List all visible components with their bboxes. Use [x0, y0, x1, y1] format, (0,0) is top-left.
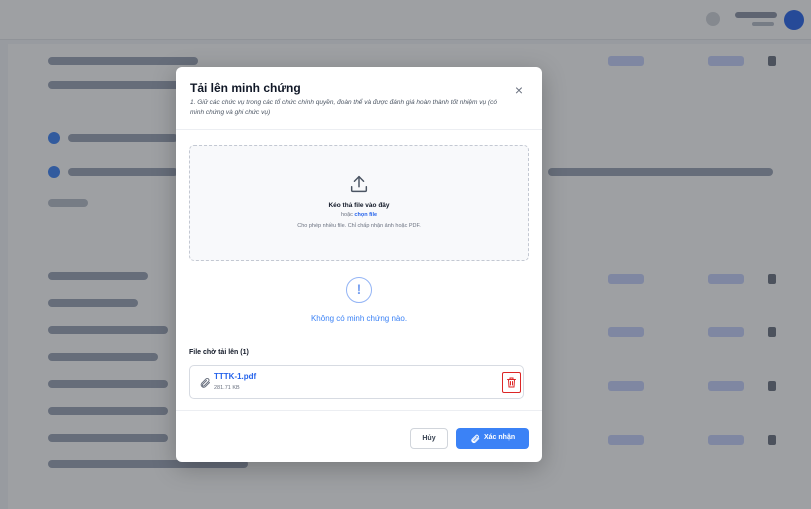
choose-file-link[interactable]: chọn file — [354, 212, 377, 218]
dropzone-or-text: hoặc — [340, 212, 353, 218]
modal-header: Tải lên minh chứng 1. Giữ các chức vụ tr… — [176, 67, 542, 130]
dropzone-hint: Cho phép nhiều file. Chỉ chấp nhận ảnh h… — [297, 223, 421, 229]
pending-files-label: File chờ tải lên (1) — [189, 349, 249, 356]
footer-divider — [176, 410, 542, 411]
confirm-button[interactable]: Xác nhận — [456, 428, 529, 449]
cancel-button[interactable]: Hủy — [410, 428, 448, 449]
modal-title: Tải lên minh chứng — [190, 81, 301, 95]
paperclip-icon — [200, 378, 210, 388]
dropzone-title: Kéo thả file vào đây — [328, 202, 390, 209]
info-circle-icon: ! — [346, 277, 372, 303]
modal-subtitle: 1. Giữ các chức vụ trong các tổ chức chí… — [190, 99, 497, 116]
confirm-button-label: Xác nhận — [484, 434, 516, 441]
file-size: 281.71 KB — [214, 385, 240, 391]
upload-evidence-modal: Tải lên minh chứng 1. Giữ các chức vụ tr… — [176, 67, 542, 462]
paperclip-icon — [471, 434, 480, 444]
trash-icon — [507, 377, 516, 388]
close-icon[interactable]: × — [512, 83, 526, 97]
file-name-link[interactable]: TTTK-1.pdf — [214, 372, 256, 381]
delete-file-button[interactable] — [502, 372, 521, 393]
empty-state-text: Không có minh chứng nào. — [310, 314, 408, 323]
dropzone-or-line: hoặc chọn file — [190, 212, 528, 218]
upload-icon — [350, 175, 368, 193]
file-dropzone[interactable]: Kéo thả file vào đây hoặc chọn file Cho … — [189, 145, 529, 261]
pending-file-item: TTTK-1.pdf 281.71 KB — [189, 365, 524, 399]
